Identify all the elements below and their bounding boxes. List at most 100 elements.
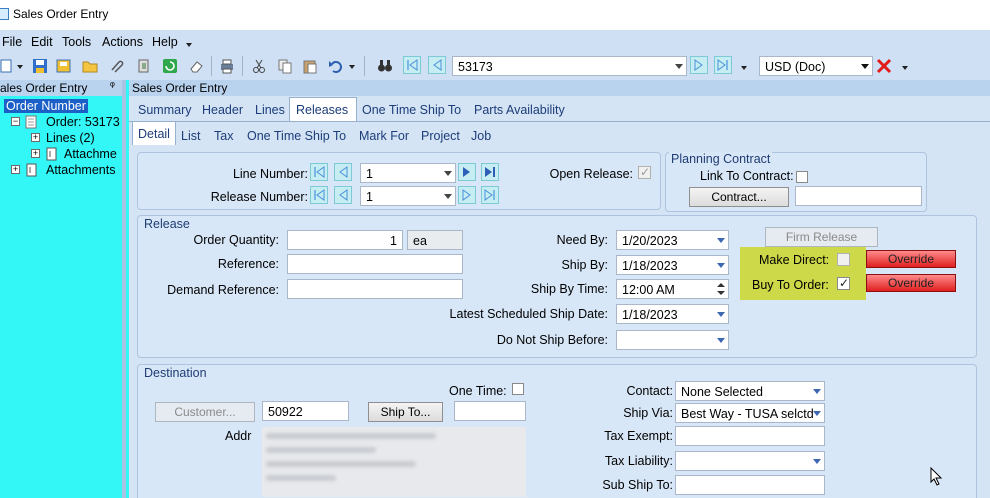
tax-liability-combo[interactable] — [675, 451, 825, 471]
ship-by-time[interactable]: 12:00 AM — [616, 279, 729, 299]
tax-exempt-field[interactable] — [675, 426, 825, 446]
new-dropdown-icon[interactable] — [17, 65, 23, 69]
next-record-button[interactable] — [690, 56, 708, 74]
expand-icon[interactable]: + — [11, 165, 20, 174]
customer-id-field[interactable]: 50922 — [262, 401, 349, 421]
buy-to-order-checkbox[interactable]: ✓ — [837, 276, 850, 290]
menu-edit[interactable]: Edit — [31, 35, 53, 49]
refresh-icon[interactable] — [162, 58, 178, 74]
release-number-combo[interactable]: 1 — [360, 186, 456, 206]
tab-one-time-ship-to[interactable]: One Time Ship To — [362, 103, 461, 117]
tree-item-order-number[interactable]: Order Number — [4, 99, 88, 113]
tab-releases[interactable]: Releases — [289, 97, 357, 121]
subtab-detail[interactable]: Detail — [132, 122, 176, 145]
spinner-icon[interactable] — [717, 282, 725, 296]
new-icon[interactable] — [0, 58, 16, 74]
buy-to-order-override-button[interactable]: Override — [866, 274, 956, 292]
last-record-button[interactable] — [714, 56, 732, 74]
copy-doc-icon[interactable] — [136, 58, 152, 74]
contact-combo[interactable]: None Selected — [675, 381, 825, 401]
collapse-icon[interactable]: − — [11, 117, 20, 126]
line-first-button[interactable] — [310, 163, 328, 181]
contract-button[interactable]: Contract... — [689, 187, 789, 207]
link-to-contract-checkbox[interactable] — [796, 171, 808, 183]
subtab-mark-for[interactable]: Mark For — [359, 129, 409, 143]
cut-icon[interactable] — [251, 58, 267, 74]
paste-icon[interactable] — [302, 58, 318, 74]
destination-title: Destination — [144, 366, 207, 380]
contract-field[interactable] — [795, 186, 922, 206]
line-last-button[interactable] — [481, 163, 499, 181]
attach-icon[interactable] — [108, 58, 124, 74]
chevron-down-icon — [813, 389, 821, 394]
sub-ship-to-field[interactable] — [675, 475, 825, 495]
order-number-combo[interactable]: 53173 — [452, 56, 687, 76]
tree-item-attachments[interactable]: Attachments — [46, 163, 115, 177]
do-not-ship-before-date[interactable] — [616, 330, 729, 350]
tab-summary[interactable]: Summary — [138, 103, 191, 117]
order-quantity-value: 1 — [390, 234, 397, 248]
reference-field[interactable] — [287, 254, 463, 274]
print-icon[interactable] — [219, 58, 235, 74]
pin-icon[interactable]: ᵠ — [110, 80, 115, 92]
make-direct-checkbox[interactable] — [837, 253, 850, 266]
expand-icon[interactable]: + — [31, 149, 40, 158]
need-by-date[interactable]: 1/20/2023 — [616, 230, 729, 250]
tree-item-line-attachments[interactable]: Attachme — [64, 147, 117, 161]
demand-reference-field[interactable] — [287, 279, 463, 299]
customer-button[interactable]: Customer... — [155, 402, 255, 422]
save-all-icon[interactable] — [56, 58, 72, 74]
binoculars-icon[interactable] — [377, 58, 393, 74]
release-first-button[interactable] — [310, 186, 328, 204]
undo-dropdown-icon[interactable] — [349, 65, 355, 69]
save-icon[interactable] — [32, 58, 48, 74]
eraser-icon[interactable] — [188, 58, 204, 74]
release-last-button[interactable] — [481, 186, 499, 204]
subtab-job[interactable]: Job — [471, 129, 491, 143]
nav-dropdown-icon[interactable] — [741, 66, 747, 70]
folder-icon[interactable] — [82, 58, 98, 74]
copy-icon[interactable] — [277, 58, 293, 74]
tab-header[interactable]: Header — [202, 103, 243, 117]
ship-to-field[interactable] — [454, 401, 526, 421]
currency-combo[interactable]: USD (Doc) — [759, 56, 873, 76]
latest-ship-date[interactable]: 1/18/2023 — [616, 304, 729, 324]
tab-parts-availability[interactable]: Parts Availability — [474, 103, 565, 117]
tree-item-order[interactable]: Order: 53173 — [46, 115, 120, 129]
subtab-project[interactable]: Project — [421, 129, 460, 143]
line-number-combo[interactable]: 1 — [360, 163, 456, 183]
close-icon[interactable] — [876, 58, 892, 74]
tab-lines[interactable]: Lines — [255, 103, 285, 117]
subtab-list[interactable]: List — [181, 129, 200, 143]
make-direct-override-button[interactable]: Override — [866, 250, 956, 268]
chevron-down-icon — [813, 459, 821, 464]
buy-to-order-label: Buy To Order: — [752, 278, 829, 292]
undo-icon[interactable] — [328, 58, 344, 74]
order-quantity-field[interactable]: 1 — [287, 230, 403, 250]
firm-release-button[interactable]: Firm Release — [765, 227, 878, 247]
chevron-down-icon — [444, 194, 452, 199]
menu-file[interactable]: File — [2, 35, 22, 49]
toolbar-overflow-icon[interactable] — [902, 66, 908, 70]
line-next-button[interactable] — [458, 163, 476, 181]
release-prev-button[interactable] — [334, 186, 352, 204]
release-next-button[interactable] — [458, 186, 476, 204]
first-record-button[interactable] — [403, 56, 421, 74]
ship-to-button[interactable]: Ship To... — [368, 402, 443, 422]
line-prev-button[interactable] — [334, 163, 352, 181]
menu-help[interactable]: Help — [152, 35, 178, 49]
menu-actions[interactable]: Actions — [102, 35, 143, 49]
ship-by-date[interactable]: 1/18/2023 — [616, 255, 729, 275]
tree-item-lines[interactable]: Lines (2) — [46, 131, 95, 145]
one-time-checkbox[interactable] — [512, 383, 524, 395]
open-release-checkbox[interactable]: ✓ — [638, 165, 651, 179]
menu-tools[interactable]: Tools — [62, 35, 91, 49]
menu-overflow-icon[interactable] — [186, 43, 192, 47]
customer-id-value: 50922 — [268, 405, 303, 419]
subtab-tax[interactable]: Tax — [214, 129, 233, 143]
mouse-cursor-icon — [930, 467, 943, 486]
subtab-one-time-ship-to[interactable]: One Time Ship To — [247, 129, 346, 143]
prev-record-button[interactable] — [428, 56, 446, 74]
ship-via-combo[interactable]: Best Way - TUSA selctd — [675, 403, 825, 423]
expand-icon[interactable]: + — [31, 133, 40, 142]
